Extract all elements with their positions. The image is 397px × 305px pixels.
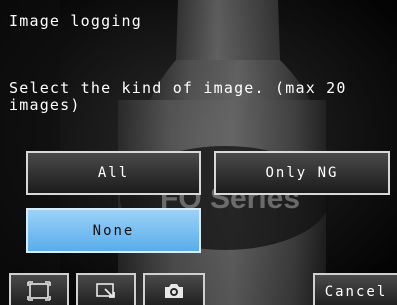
zoom-fit-icon: [27, 281, 51, 301]
option-none-button[interactable]: None: [26, 208, 201, 253]
cancel-button[interactable]: Cancel: [313, 273, 397, 305]
zoom-area-icon: [96, 283, 115, 298]
camera-icon: [165, 284, 183, 298]
instruction-text: Select the kind of image. (max 20 images…: [9, 79, 347, 114]
capture-button[interactable]: [143, 273, 205, 305]
option-only-ng-button[interactable]: Only NG: [214, 151, 390, 195]
image-logging-screen: FQ Series Image logging Select the kind …: [0, 0, 397, 305]
option-all-button[interactable]: All: [26, 151, 201, 195]
page-title: Image logging: [9, 12, 142, 30]
zoom-fit-button[interactable]: [9, 273, 69, 305]
zoom-area-button[interactable]: [76, 273, 136, 305]
